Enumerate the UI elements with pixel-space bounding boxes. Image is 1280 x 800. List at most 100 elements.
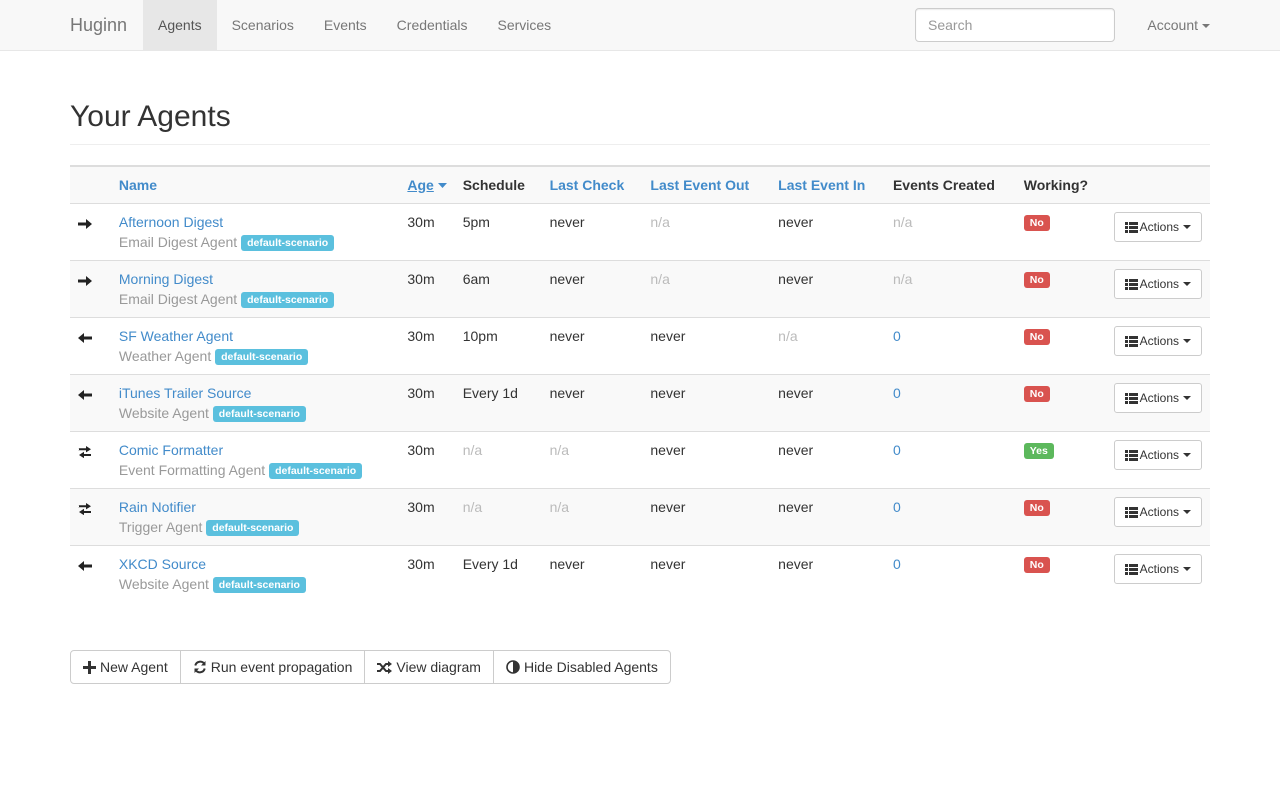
events-created-link[interactable]: 0 (893, 556, 901, 572)
actions-dropdown-button[interactable]: Actions (1113, 268, 1202, 299)
name-cell: Afternoon Digest Email Digest Agent defau… (110, 203, 400, 261)
caret-down-icon (1202, 24, 1210, 29)
agent-row: Morning Digest Email Digest Agent default… (70, 260, 1210, 318)
nav-scenarios[interactable]: Scenarios (217, 0, 309, 50)
exchange-icon (78, 443, 96, 458)
actions-dropdown-button[interactable]: Actions (1113, 496, 1202, 527)
header-last-event-in[interactable]: Last Event In (770, 165, 885, 204)
sort-last-check-link[interactable]: Last Check (550, 177, 625, 193)
agent-row: Comic Formatter Event Formatting Agent de… (70, 431, 1210, 489)
working-status-badge: No (1023, 385, 1050, 402)
actions-dropdown-button[interactable]: Actions (1113, 553, 1202, 584)
agent-name-link[interactable]: Morning Digest (119, 271, 213, 287)
main-nav: Agents Scenarios Events Credentials Serv… (143, 0, 566, 50)
working-cell: No (1015, 260, 1106, 318)
working-status-badge: No (1023, 328, 1050, 345)
working-status-badge: No (1023, 499, 1050, 516)
direction-cell (70, 488, 111, 546)
new-agent-button[interactable]: New Agent (70, 650, 181, 684)
sort-last-event-out-link[interactable]: Last Event Out (650, 177, 749, 193)
header-last-check[interactable]: Last Check (541, 165, 643, 204)
nav-credentials[interactable]: Credentials (382, 0, 483, 50)
nav-agents[interactable]: Agents (143, 0, 217, 50)
working-cell: No (1016, 545, 1106, 602)
run-event-propagation-button[interactable]: Run event propagation (179, 650, 366, 684)
agent-type: Email Digest Agent (118, 290, 238, 307)
scenario-label[interactable]: default-scenario (215, 348, 309, 365)
sort-last-event-in-link[interactable]: Last Event In (778, 177, 865, 193)
agent-name-link[interactable]: SF Weather Agent (119, 328, 233, 344)
actions-cell: Actions (1105, 203, 1210, 261)
scenario-label[interactable]: default-scenario (241, 291, 335, 308)
last-event-out-cell: n/a (642, 203, 771, 261)
age-cell: 30m (399, 374, 455, 432)
hide-disabled-agents-button[interactable]: Hide Disabled Agents (492, 650, 671, 684)
brand-logo[interactable]: Huginn (70, 0, 127, 50)
scenario-label[interactable]: default-scenario (269, 462, 363, 479)
scenario-label[interactable]: default-scenario (206, 519, 300, 536)
last-event-in-cell: n/a (770, 317, 885, 375)
agent-name-link[interactable]: Comic Formatter (119, 442, 223, 458)
working-status-badge: No (1023, 271, 1050, 288)
list-icon (1124, 278, 1138, 290)
sort-name-link[interactable]: Name (119, 177, 157, 193)
left-arrow-icon (78, 557, 96, 571)
agent-row: Rain Notifier Trigger Agent default-scena… (70, 488, 1210, 546)
scenario-label[interactable]: default-scenario (241, 234, 335, 251)
view-diagram-button[interactable]: View diagram (364, 650, 494, 684)
scenario-label[interactable]: default-scenario (212, 405, 306, 422)
actions-cell: Actions (1105, 488, 1210, 546)
list-icon (1124, 449, 1138, 461)
actions-dropdown-button[interactable]: Actions (1113, 382, 1202, 413)
schedule-cell: Every 1d (454, 374, 542, 432)
actions-dropdown-button[interactable]: Actions (1113, 211, 1202, 242)
schedule-cell: 6am (454, 260, 542, 318)
agent-row: iTunes Trailer Source Website Agent defau… (70, 374, 1210, 432)
agent-name-link[interactable]: Afternoon Digest (119, 214, 223, 230)
agent-type: Weather Agent (118, 347, 212, 364)
sort-age-link[interactable]: Age (407, 177, 433, 193)
schedule-cell: 5pm (454, 203, 542, 261)
schedule-cell: n/a (454, 488, 542, 546)
account-label: Account (1147, 17, 1198, 33)
last-event-out-cell: never (642, 488, 771, 546)
events-created-link[interactable]: 0 (893, 442, 901, 458)
events-created-link[interactable]: 0 (893, 328, 901, 344)
header-age[interactable]: Age (399, 165, 455, 204)
actions-label: Actions (1139, 219, 1179, 234)
last-event-out-cell: n/a (642, 260, 771, 318)
name-cell: Comic Formatter Event Formatting Agent de… (110, 431, 400, 489)
agents-table: Name Age Schedule Last Check Last Event … (70, 165, 1210, 602)
agent-name-link[interactable]: Rain Notifier (119, 499, 196, 515)
agent-name-link[interactable]: XKCD Source (119, 556, 206, 572)
actions-cell: Actions (1106, 545, 1210, 602)
agent-type: Email Digest Agent (118, 233, 238, 250)
header-last-event-out[interactable]: Last Event Out (642, 165, 771, 204)
last-event-out-cell: never (642, 431, 771, 489)
age-cell: 30m (407, 555, 435, 572)
agent-row: Afternoon Digest Email Digest Agent defau… (70, 203, 1210, 261)
nav-events[interactable]: Events (309, 0, 382, 50)
hide-disabled-agents-label: Hide Disabled Agents (523, 659, 658, 675)
schedule-cell: 10pm (454, 317, 542, 375)
last-event-in-cell: never (770, 374, 885, 432)
age-cell: 30m (399, 488, 455, 546)
account-dropdown[interactable]: Account (1147, 0, 1210, 50)
left-arrow-icon (78, 329, 96, 343)
scenario-label[interactable]: default-scenario (212, 576, 306, 593)
actions-label: Actions (1139, 504, 1179, 519)
actions-label: Actions (1139, 390, 1179, 405)
actions-dropdown-button[interactable]: Actions (1113, 325, 1202, 356)
header-name[interactable]: Name (110, 165, 400, 204)
events-created-link[interactable]: 0 (893, 499, 901, 515)
events-created-link[interactable]: 0 (893, 385, 901, 401)
age-cell: 30m (399, 260, 455, 318)
schedule-cell: Every 1d (462, 555, 518, 572)
last-check-cell: never (549, 555, 585, 572)
actions-dropdown-button[interactable]: Actions (1113, 439, 1202, 470)
nav-services[interactable]: Services (483, 0, 567, 50)
agent-name-link[interactable]: iTunes Trailer Source (119, 385, 252, 401)
last-event-out-cell: never (650, 555, 686, 572)
events-created-value: n/a (892, 270, 913, 287)
search-input[interactable] (915, 8, 1115, 42)
